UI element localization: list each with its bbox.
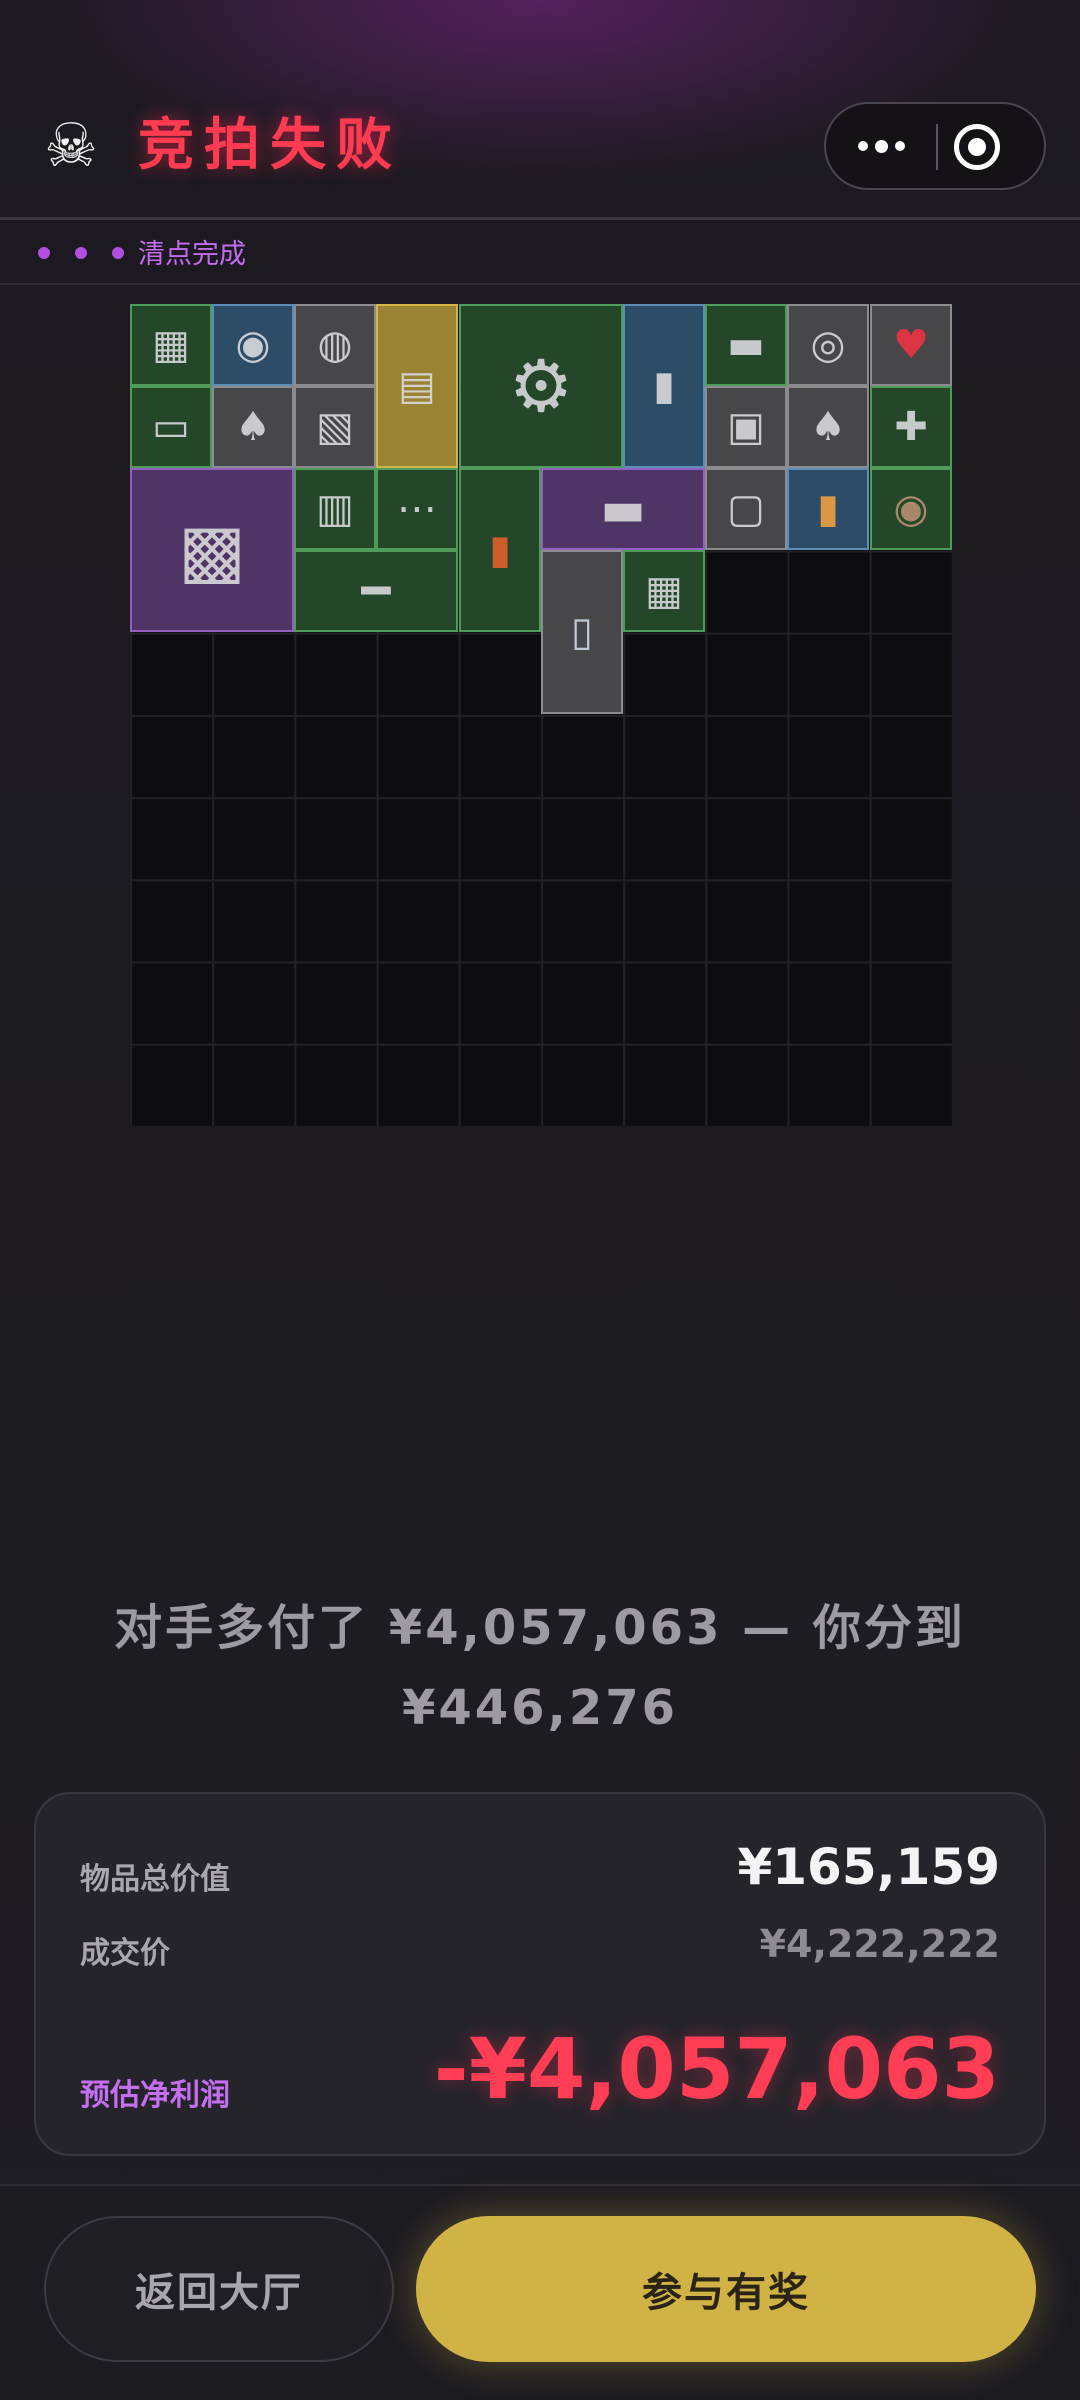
item-silver-coin[interactable]: ◉ bbox=[212, 304, 294, 386]
spirit-level-icon: ▮ bbox=[488, 527, 512, 573]
item-hard-drive[interactable]: ▭ bbox=[130, 386, 212, 468]
more-icon[interactable] bbox=[826, 104, 936, 188]
power-strip-icon: ⋯ bbox=[397, 486, 437, 532]
item-cpu-cooler[interactable]: ▦ bbox=[623, 550, 705, 632]
item-playing-card[interactable]: ♥ bbox=[870, 304, 952, 386]
wrench-icon: ✚ bbox=[894, 404, 928, 450]
card-spade-icon: ♠ bbox=[235, 404, 271, 450]
close-target-icon[interactable] bbox=[954, 124, 1000, 170]
item-spirit-level[interactable]: ▮ bbox=[459, 468, 541, 632]
capacitor-icon: ▬ bbox=[727, 322, 765, 368]
item-playing-card[interactable]: ♠ bbox=[787, 386, 869, 468]
inventory-grid: ▦ ◉ ◍ ▤ ⚙ ▮ ▬ ◎ ♥ ▭ ♠ ▧ ▣ ♠ ✚ ▩ ▥ ⋯ ▮ ▬ … bbox=[130, 304, 952, 1126]
item-cpu-cooler[interactable]: ▦ bbox=[130, 304, 212, 386]
matchbox-icon: ▧ bbox=[316, 404, 354, 450]
back-to-lobby-button[interactable]: 返回大厅 bbox=[44, 2216, 394, 2362]
result-line-2: ¥446,276 bbox=[401, 1680, 679, 1736]
item-pill-bottle[interactable]: ▮ bbox=[787, 468, 869, 550]
angle-grinder-icon: ⚙ bbox=[508, 344, 574, 428]
card-heart-icon: ♥ bbox=[893, 322, 929, 368]
status-text: 清点完成 bbox=[138, 239, 246, 270]
duct-tape-icon: ◎ bbox=[810, 322, 846, 368]
total-value-label: 物品总价值 bbox=[80, 1862, 230, 1897]
item-matchbox[interactable]: ▧ bbox=[294, 386, 376, 468]
result-message: 对手多付了 ¥4,057,063 — 你分到 ¥446,276 bbox=[100, 1588, 980, 1748]
item-bronze-coin[interactable]: ◉ bbox=[870, 468, 952, 550]
item-motherboard[interactable]: ▩ bbox=[130, 468, 294, 632]
item-duct-tape[interactable]: ◎ bbox=[787, 304, 869, 386]
cpu-cooler-icon: ▦ bbox=[645, 568, 683, 614]
glass-tube-icon: ━ bbox=[361, 563, 391, 619]
item-toothpaste[interactable]: ▯ bbox=[541, 550, 623, 714]
toothpaste-icon: ▯ bbox=[570, 609, 594, 655]
result-line-1: 对手多付了 ¥4,057,063 — 你分到 bbox=[114, 1600, 966, 1656]
progress-dots bbox=[38, 247, 124, 259]
coin-icon: ◉ bbox=[235, 322, 271, 368]
bank-notes-icon: ▤ bbox=[398, 363, 436, 409]
capsule-divider bbox=[936, 124, 938, 170]
net-profit-label: 预估净利润 bbox=[80, 2078, 230, 2113]
item-playing-card[interactable]: ♠ bbox=[212, 386, 294, 468]
item-capacitor[interactable]: ▬ bbox=[705, 304, 787, 386]
graphics-card-icon: ▬ bbox=[600, 481, 646, 537]
item-angle-grinder[interactable]: ⚙ bbox=[459, 304, 623, 468]
battery-icon: ▥ bbox=[316, 486, 354, 532]
item-power-strip[interactable]: ⋯ bbox=[376, 468, 458, 550]
item-battery-charger[interactable]: ▥ bbox=[294, 468, 376, 550]
summary-card: 物品总价值 ¥165,159 成交价 ¥4,222,222 预估净利润 -¥4,… bbox=[34, 1792, 1046, 2156]
total-value: ¥165,159 bbox=[737, 1838, 1000, 1896]
deal-price-value: ¥4,222,222 bbox=[759, 1922, 1000, 1966]
cpu-cooler-icon: ▦ bbox=[152, 322, 190, 368]
tape-measure-icon: ◍ bbox=[317, 322, 353, 368]
coin-icon: ◉ bbox=[893, 486, 929, 532]
header: ☠ 竞拍失败 bbox=[0, 0, 1080, 220]
motherboard-icon: ▩ bbox=[177, 508, 247, 592]
item-bank-notes[interactable]: ▤ bbox=[376, 304, 458, 468]
item-photo-card[interactable]: ▢ bbox=[705, 468, 787, 550]
page-title: 竞拍失败 bbox=[138, 113, 402, 178]
join-reward-button[interactable]: 参与有奖 bbox=[416, 2216, 1036, 2362]
bottom-action-bar: 返回大厅 参与有奖 bbox=[0, 2184, 1080, 2400]
item-glass-tube[interactable]: ━ bbox=[294, 550, 458, 632]
pill-bottle-icon: ▮ bbox=[816, 486, 840, 532]
skull-icon: ☠ bbox=[44, 111, 98, 181]
card-spade-icon: ♠ bbox=[810, 404, 846, 450]
mini-program-capsule bbox=[824, 102, 1046, 190]
item-protein-jar[interactable]: ▣ bbox=[705, 386, 787, 468]
status-bar: 清点完成 bbox=[0, 223, 1080, 285]
hard-drive-icon: ▭ bbox=[152, 404, 190, 450]
photo-card-icon: ▢ bbox=[727, 486, 765, 532]
item-graphics-card[interactable]: ▬ bbox=[541, 468, 705, 550]
deal-price-label: 成交价 bbox=[80, 1936, 170, 1971]
telescope-icon: ▮ bbox=[652, 363, 676, 409]
item-brass-telescope[interactable]: ▮ bbox=[623, 304, 705, 468]
net-profit-value: -¥4,057,063 bbox=[433, 2020, 1000, 2118]
item-wrench[interactable]: ✚ bbox=[870, 386, 952, 468]
item-tape-measure[interactable]: ◍ bbox=[294, 304, 376, 386]
jar-icon: ▣ bbox=[727, 404, 765, 450]
